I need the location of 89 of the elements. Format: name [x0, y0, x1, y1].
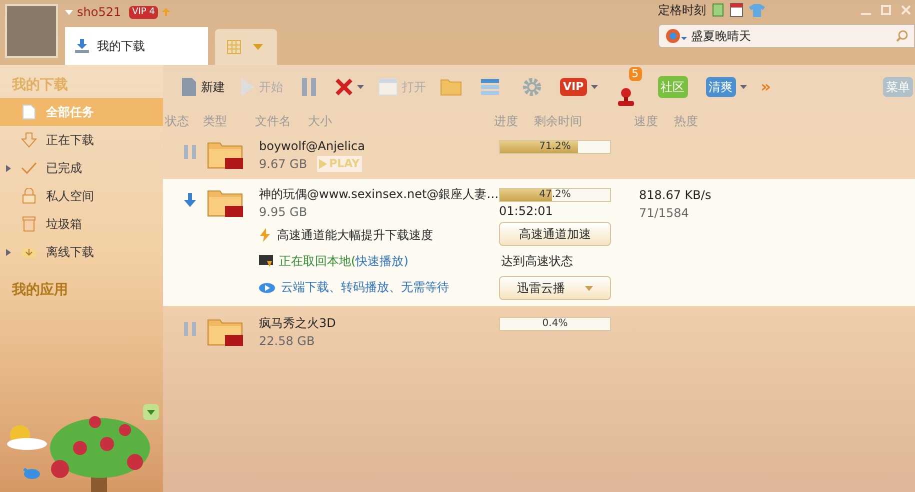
sidebar-item-label: 私人空间: [46, 188, 94, 205]
monitor-icon: [259, 254, 273, 268]
skin-label: 清爽: [706, 77, 736, 97]
tip-text: 高速通道能大幅提升下载速度: [277, 228, 433, 242]
tip-link[interactable]: 云端下载、转码播放、无需等待: [281, 280, 449, 294]
vip-label: VIP: [560, 78, 587, 96]
calendar-icon: [730, 3, 743, 17]
search-field[interactable]: 盛夏晚晴天: [658, 24, 915, 48]
new-file-icon: [181, 77, 197, 97]
joystick-icon: [616, 87, 636, 107]
skin-button[interactable]: 清爽: [702, 72, 751, 102]
sidebar-item[interactable]: 已完成: [0, 154, 163, 182]
username[interactable]: sho521: [77, 3, 122, 21]
apps-grid-button[interactable]: [215, 29, 277, 65]
sidebar-item-label: 全部任务: [46, 104, 94, 121]
caret-icon: [590, 85, 598, 89]
file-size: 9.95 GB: [259, 204, 308, 221]
trash-icon: [22, 216, 36, 232]
speed-status: 达到高速状态: [500, 253, 574, 270]
task-row[interactable]: boywolf@Anjelica 9.67 GB PLAY 71.2%: [163, 133, 915, 177]
my-downloads-tab[interactable]: 我的下载: [65, 27, 208, 65]
expand-arrow-icon[interactable]: [6, 248, 11, 256]
sidebar-title: 我的应用: [10, 280, 69, 300]
play-icon: [239, 77, 255, 97]
sidebar-title: 我的下载: [10, 76, 69, 95]
check-icon: [21, 162, 37, 174]
sidebar-item[interactable]: 正在下载: [0, 126, 163, 154]
caret-icon: [65, 10, 73, 14]
tip-text: 正在取回本地(: [279, 254, 356, 268]
remaining-time: 01:52:01: [499, 203, 554, 220]
sidebar-item[interactable]: 私人空间: [0, 182, 163, 210]
file-name: 神的玩偶@www.sexinsex.net@銀座人妻…: [259, 186, 499, 203]
download-arrow-icon: [184, 193, 196, 207]
maximize-icon[interactable]: [881, 5, 891, 15]
list-icon: [480, 78, 500, 96]
vip-level: VIP 4: [129, 6, 158, 18]
snapshot-label[interactable]: 定格时刻: [658, 1, 706, 19]
new-button[interactable]: 新建: [177, 72, 229, 102]
file-size: 9.67 GB: [259, 156, 308, 173]
cloud-play-dropdown[interactable]: 迅雷云播: [499, 276, 611, 300]
cloud-play-icon: [259, 281, 275, 293]
browser-globe-icon: [665, 28, 687, 44]
progress-text: 71.2%: [538, 141, 572, 153]
progress-text: 0.4%: [541, 318, 569, 330]
sidebar-item[interactable]: 离线下载: [0, 238, 163, 266]
caret-icon: [740, 85, 747, 89]
pause-icon: [301, 77, 317, 97]
heat-count: 71/1584: [639, 205, 690, 222]
cloud-download-icon: [20, 245, 38, 259]
sidebar-item-label: 正在下载: [46, 132, 94, 149]
accelerate-button[interactable]: 高速通道加速: [499, 222, 611, 246]
play-icon: [319, 159, 328, 169]
avatar-photo-placeholder: [5, 4, 58, 58]
up-arrow-icon: [162, 8, 170, 16]
search-input[interactable]: 盛夏晚晴天: [691, 27, 892, 45]
settings-icon: [522, 77, 542, 97]
download-arrow-icon: [21, 132, 37, 148]
pause-icon: [184, 322, 196, 336]
expand-arrow-icon[interactable]: [6, 164, 11, 172]
folder-icon: [440, 78, 462, 96]
caret-icon: [253, 44, 263, 50]
vip-button[interactable]: VIP: [556, 72, 602, 102]
down-triangle-icon: [147, 410, 155, 414]
tshirt-icon: [749, 4, 765, 16]
grid-icon: [227, 40, 241, 54]
search-icon: [896, 30, 908, 42]
caret-icon: [357, 85, 364, 89]
document-icon: [22, 104, 36, 120]
lock-icon: [21, 188, 37, 204]
pause-icon: [184, 145, 196, 159]
caret-icon: [585, 286, 593, 290]
game-button[interactable]: 5: [608, 67, 644, 107]
file-name: boywolf@Anjelica: [259, 138, 366, 155]
file-size: 22.58 GB: [259, 333, 315, 350]
download-tray-icon: [75, 39, 89, 53]
delete-x-icon: [335, 78, 353, 96]
sidebar-item-label: 已完成: [46, 160, 82, 177]
close-icon[interactable]: [901, 5, 911, 15]
window-icon: [378, 78, 398, 96]
sidebar-item[interactable]: 垃圾箱: [0, 210, 163, 238]
notification-badge: 5: [628, 67, 642, 81]
collapse-button[interactable]: [143, 404, 159, 420]
download-speed: 818.67 KB/s: [639, 187, 712, 204]
tip-link[interactable]: 快速播放): [356, 254, 408, 268]
sidebar-item-label: 离线下载: [46, 244, 94, 261]
file-name: 疯马秀之火3D: [259, 315, 337, 332]
sidebar-item-label: 垃圾箱: [46, 216, 82, 233]
lightning-icon: [259, 228, 271, 242]
task-row[interactable]: 疯马秀之火3D 22.58 GB 0.4%: [163, 310, 915, 354]
